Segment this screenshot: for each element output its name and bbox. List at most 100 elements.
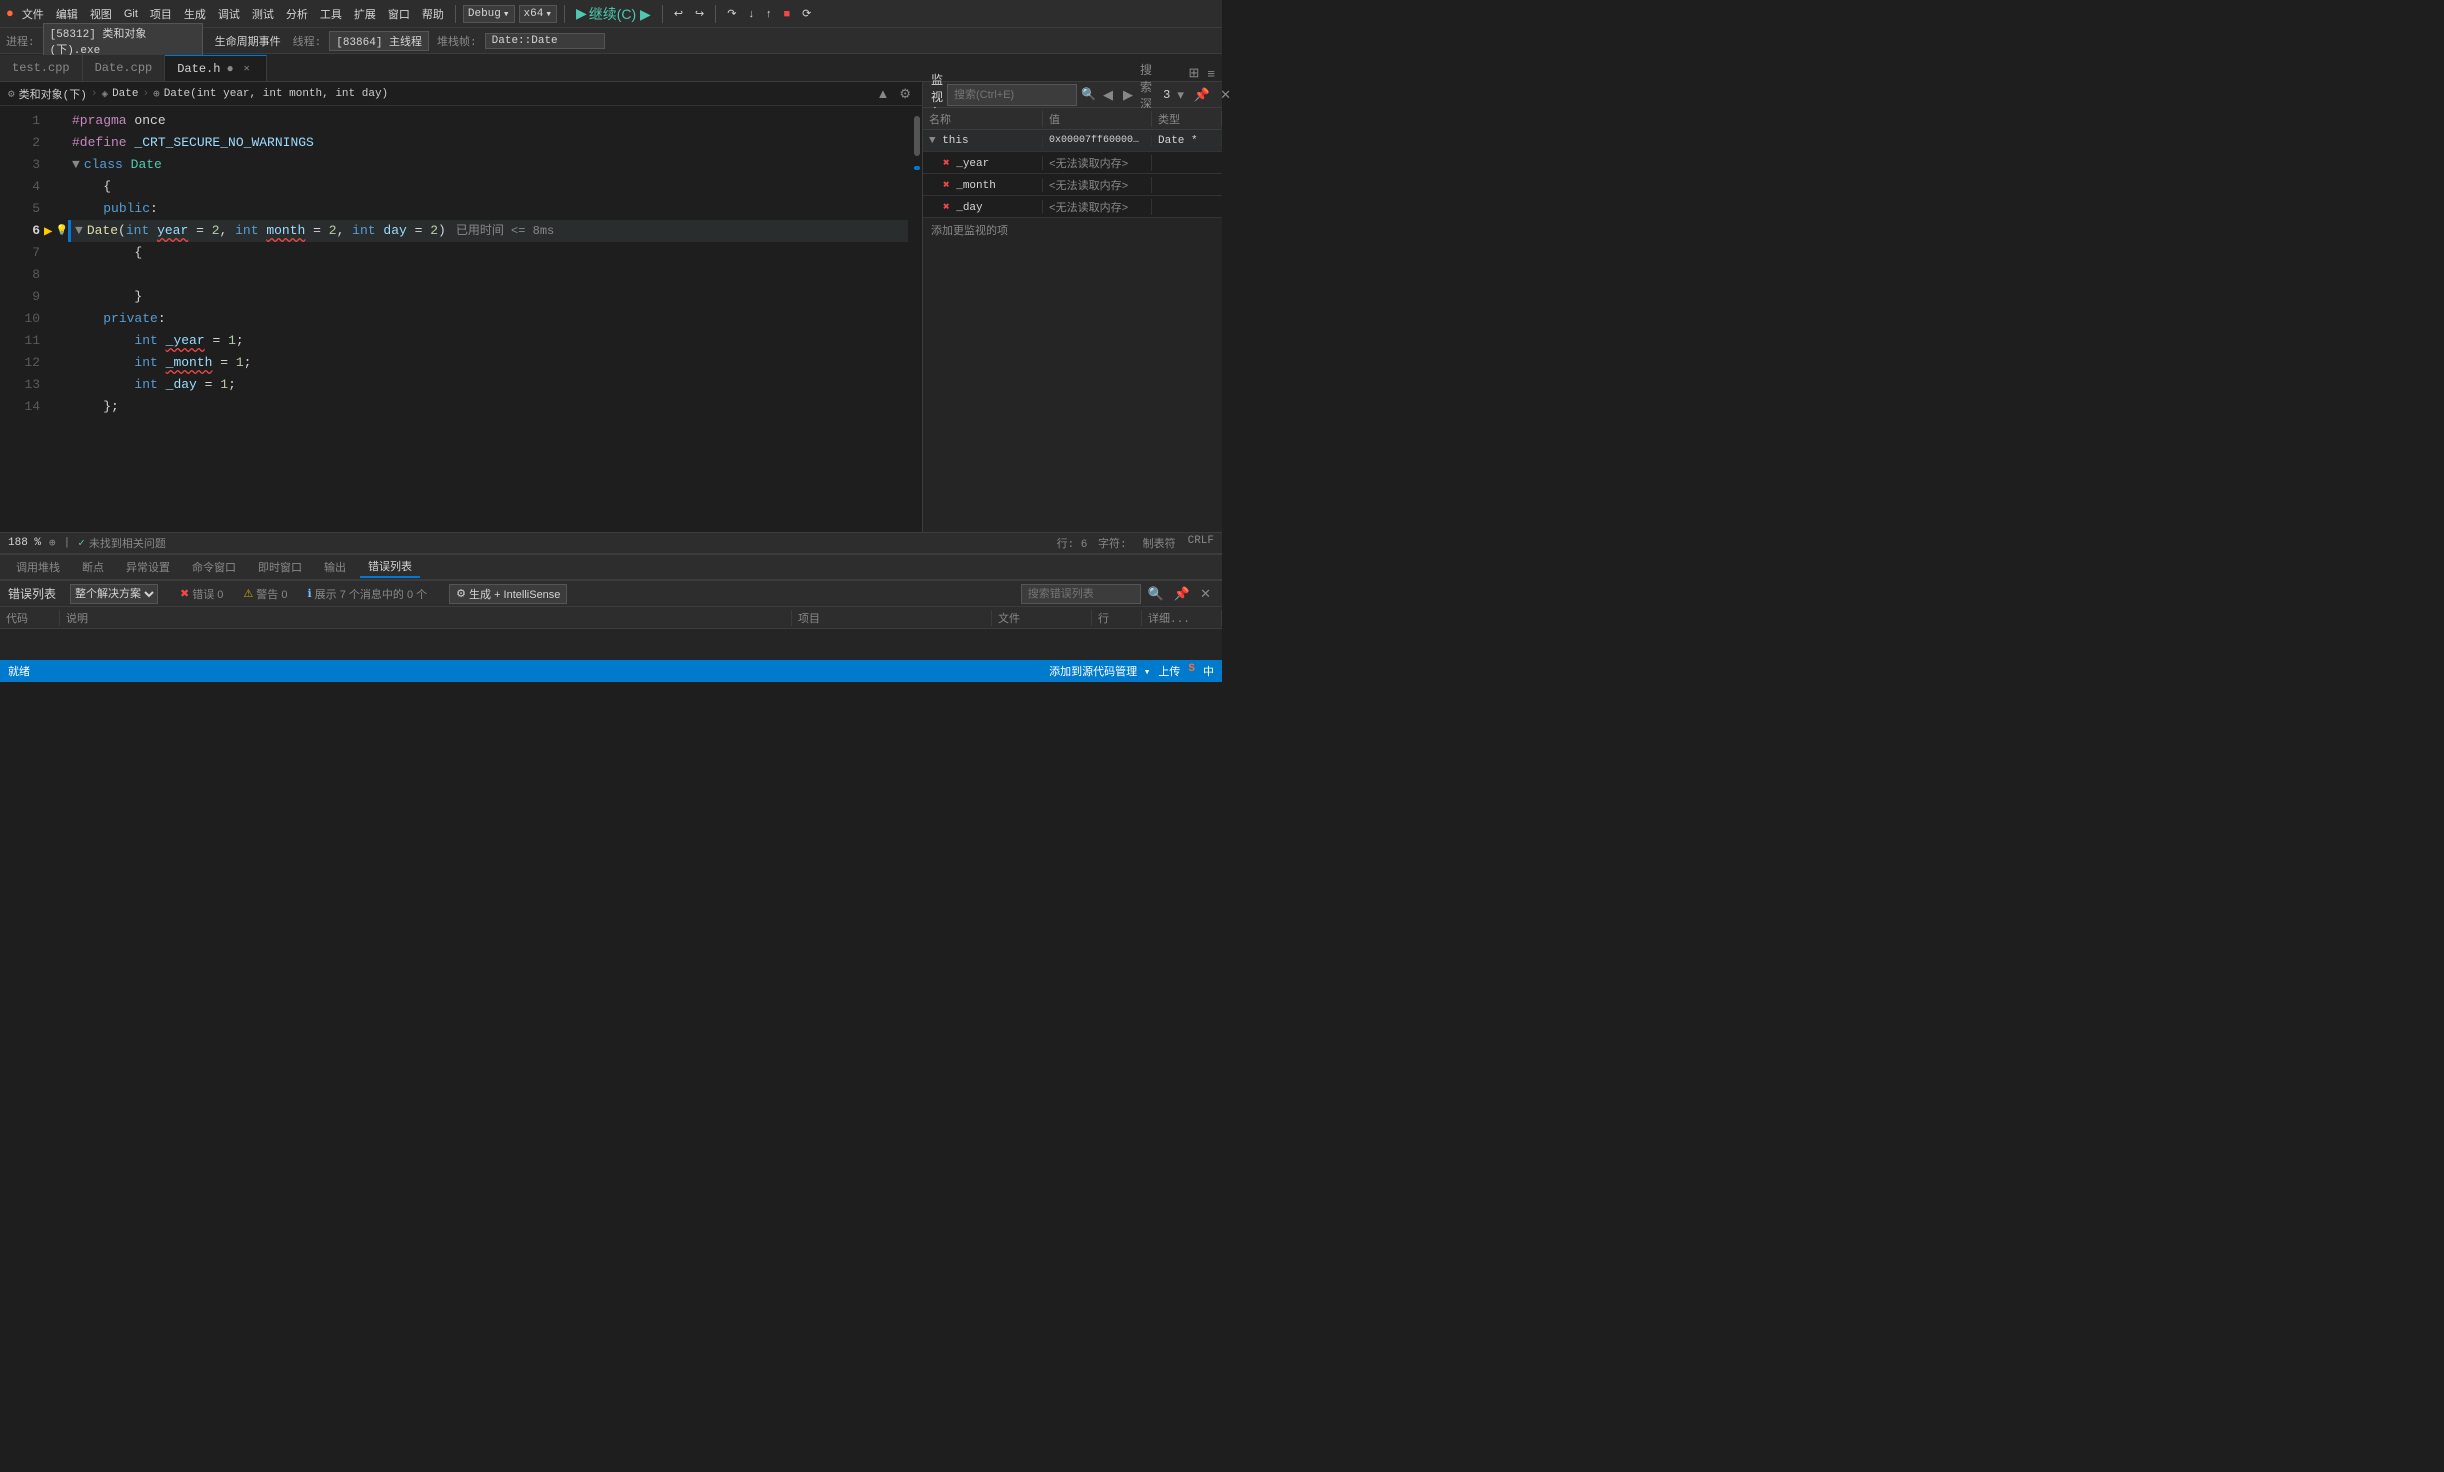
build-intellisense-button[interactable]: ⚙ 生成 + IntelliSense xyxy=(449,584,567,604)
gutter-11 xyxy=(48,330,68,352)
bottom-tab-breakpoints[interactable]: 断点 xyxy=(74,556,112,578)
error-scope-dropdown[interactable]: 整个解决方案 xyxy=(70,584,158,604)
scroll-thumb[interactable] xyxy=(914,116,920,156)
gutter-1 xyxy=(48,110,68,132)
warnings-filter-button[interactable]: ⚠ 警告 0 xyxy=(235,583,295,605)
step-into-button[interactable]: ↓ xyxy=(744,7,758,21)
bottom-tab-output[interactable]: 输出 xyxy=(316,556,354,578)
monitor-close-button[interactable]: ✕ xyxy=(1217,87,1234,103)
bottom-tab-immediate[interactable]: 即时窗口 xyxy=(250,556,310,578)
tab-testcpp[interactable]: test.cpp xyxy=(0,55,83,81)
monitor-row-year-value: <无法读取内存> xyxy=(1043,155,1152,171)
vertical-scrollbar[interactable] xyxy=(908,106,922,532)
help-menu[interactable]: 帮助 xyxy=(418,5,448,23)
bottom-tab-callstack[interactable]: 调用堆栈 xyxy=(8,556,68,578)
monitor-search-icon[interactable]: 🔍 xyxy=(1081,87,1096,102)
generate-menu[interactable]: 生成 xyxy=(180,5,210,23)
view-menu[interactable]: 视图 xyxy=(86,5,116,23)
collapse-3[interactable]: ▼ xyxy=(72,154,80,176)
errors-filter-button[interactable]: ✖ 错误 0 xyxy=(172,583,231,605)
stop-button[interactable]: ■ xyxy=(779,7,794,21)
no-issues: 未找到相关问题 xyxy=(89,535,166,551)
lightbulb-icon[interactable]: 💡 xyxy=(56,225,68,237)
stack-dropdown[interactable]: Date::Date xyxy=(485,33,605,49)
test-menu[interactable]: 测试 xyxy=(248,5,278,23)
debug-mode-dropdown[interactable]: Debug ▾ xyxy=(463,5,515,23)
error-panel-pin-button[interactable]: 📌 xyxy=(1171,586,1193,602)
error-search-input[interactable] xyxy=(1021,584,1141,604)
ln-2: 2 xyxy=(0,132,40,154)
error-panel-header: 错误列表 整个解决方案 ✖ 错误 0 ⚠ 警告 0 ℹ 展示 7 个消息中的 0… xyxy=(0,581,1222,607)
tab-split-button[interactable]: ⊞ xyxy=(1186,65,1203,81)
upload-button[interactable]: 上传 xyxy=(1158,663,1180,679)
zoom-icon: ⊕ xyxy=(49,536,56,550)
analyze-menu[interactable]: 分析 xyxy=(282,5,312,23)
line-numbers: 1 2 3 4 5 6 7 8 9 10 11 12 13 14 xyxy=(0,106,48,532)
breadcrumb-scope[interactable]: Date xyxy=(112,88,138,100)
redo-button[interactable]: ↪ xyxy=(691,6,708,21)
monitor-row-month: ✖ _month <无法读取内存> xyxy=(923,174,1222,196)
arch-label: x64 xyxy=(524,8,544,20)
messages-filter-button[interactable]: ℹ 展示 7 个消息中的 0 个 xyxy=(299,583,435,605)
thread-label: 线程: xyxy=(293,33,322,49)
tab-datecpp[interactable]: Date.cpp xyxy=(83,55,166,81)
continue-button[interactable]: ▶ 继续(C) ▶ xyxy=(572,3,655,25)
monitor-nav-back[interactable]: ◀ xyxy=(1100,87,1116,103)
git-menu[interactable]: Git xyxy=(120,7,142,21)
monitor-collapse-button[interactable]: ▾ xyxy=(1174,87,1187,103)
ln-11: 11 xyxy=(0,330,40,352)
step-over-button[interactable]: ↷ xyxy=(723,6,740,21)
error-year-icon: ✖ xyxy=(943,158,956,170)
error-panel-close-button[interactable]: ✕ xyxy=(1197,586,1214,602)
undo-button[interactable]: ↩ xyxy=(670,6,687,21)
breadcrumb-up-button[interactable]: ▲ xyxy=(873,86,892,102)
step-out-button[interactable]: ↑ xyxy=(762,7,776,21)
restart-button[interactable]: ⟳ xyxy=(798,6,815,21)
extensions-menu[interactable]: 扩展 xyxy=(350,5,380,23)
edit-menu[interactable]: 编辑 xyxy=(52,5,82,23)
error-col-detail: 详细... xyxy=(1142,610,1222,626)
thread-dropdown[interactable]: [83864] 主线程 xyxy=(329,31,429,51)
bottom-tab-exceptions[interactable]: 异常设置 xyxy=(118,556,178,578)
add-code-button[interactable]: 添加到源代码管理 ▾ xyxy=(1049,663,1150,679)
tab-dateh[interactable]: Date.h ● ✕ xyxy=(165,55,266,81)
arch-dropdown[interactable]: x64 ▾ xyxy=(519,5,557,23)
breadcrumb-class[interactable]: 类和对象(下) xyxy=(19,86,87,102)
bottom-tab-errorlist[interactable]: 错误列表 xyxy=(360,556,420,578)
monitor-nav-fwd[interactable]: ▶ xyxy=(1120,87,1136,103)
tab-more-button[interactable]: ≡ xyxy=(1204,66,1218,81)
monitor-row-month-value: <无法读取内存> xyxy=(1043,177,1152,193)
error-col-code: 代码 xyxy=(0,610,60,626)
file-menu[interactable]: 文件 xyxy=(18,5,48,23)
expand-this-icon[interactable]: ▼ xyxy=(929,135,942,147)
tools-menu[interactable]: 工具 xyxy=(316,5,346,23)
bottom-tabs: 调用堆栈 断点 异常设置 命令窗口 即时窗口 输出 错误列表 xyxy=(0,554,1222,580)
tab-dateh-close[interactable]: ✕ xyxy=(240,62,254,76)
breadcrumb-method[interactable]: Date(int year, int month, int day) xyxy=(164,88,388,100)
monitor-col-name: 名称 xyxy=(923,111,1043,127)
code-content[interactable]: #pragma once #define _CRT_SECURE_NO_WARN… xyxy=(68,106,908,532)
tab-dateh-label: Date.h xyxy=(177,62,220,76)
code-line-2: #define _CRT_SECURE_NO_WARNINGS xyxy=(68,132,908,154)
error-search-button[interactable]: 🔍 xyxy=(1145,586,1167,602)
project-menu[interactable]: 项目 xyxy=(146,5,176,23)
ln-3: 3 xyxy=(0,154,40,176)
ln-7: 7 xyxy=(0,242,40,264)
monitor-pin-button[interactable]: 📌 xyxy=(1191,87,1213,103)
code-line-4: { xyxy=(68,176,908,198)
process-dropdown[interactable]: [58312] 类和对象(下).exe xyxy=(43,23,203,59)
ln-6: 6 xyxy=(0,220,40,242)
editor-panel: ⚙ 类和对象(下) › ◈ Date › ⊕ Date(int year, in… xyxy=(0,82,922,532)
lifecycle-button[interactable]: 生命周期事件 xyxy=(211,32,285,50)
code-line-1: #pragma once xyxy=(68,110,908,132)
breadcrumb-settings-button[interactable]: ⚙ xyxy=(896,86,914,102)
window-menu[interactable]: 窗口 xyxy=(384,5,414,23)
collapse-6[interactable]: ▼ xyxy=(75,220,83,242)
editor-status-bar: 188 % ⊕ | ✓ 未找到相关问题 行: 6 字符: 字符: 1 制表符 C… xyxy=(0,532,1222,554)
bottom-tab-command[interactable]: 命令窗口 xyxy=(184,556,244,578)
debug-menu[interactable]: 调试 xyxy=(214,5,244,23)
monitor-search-input[interactable] xyxy=(947,84,1077,106)
add-watch-button[interactable]: 添加更监视的项 xyxy=(923,218,1222,242)
monitor-panel: 监视 1 🔍 ◀ ▶ 搜索深度: 3 ▾ 📌 ✕ 名称 值 类型 ▼ xyxy=(922,82,1222,532)
ln-8: 8 xyxy=(0,264,40,286)
